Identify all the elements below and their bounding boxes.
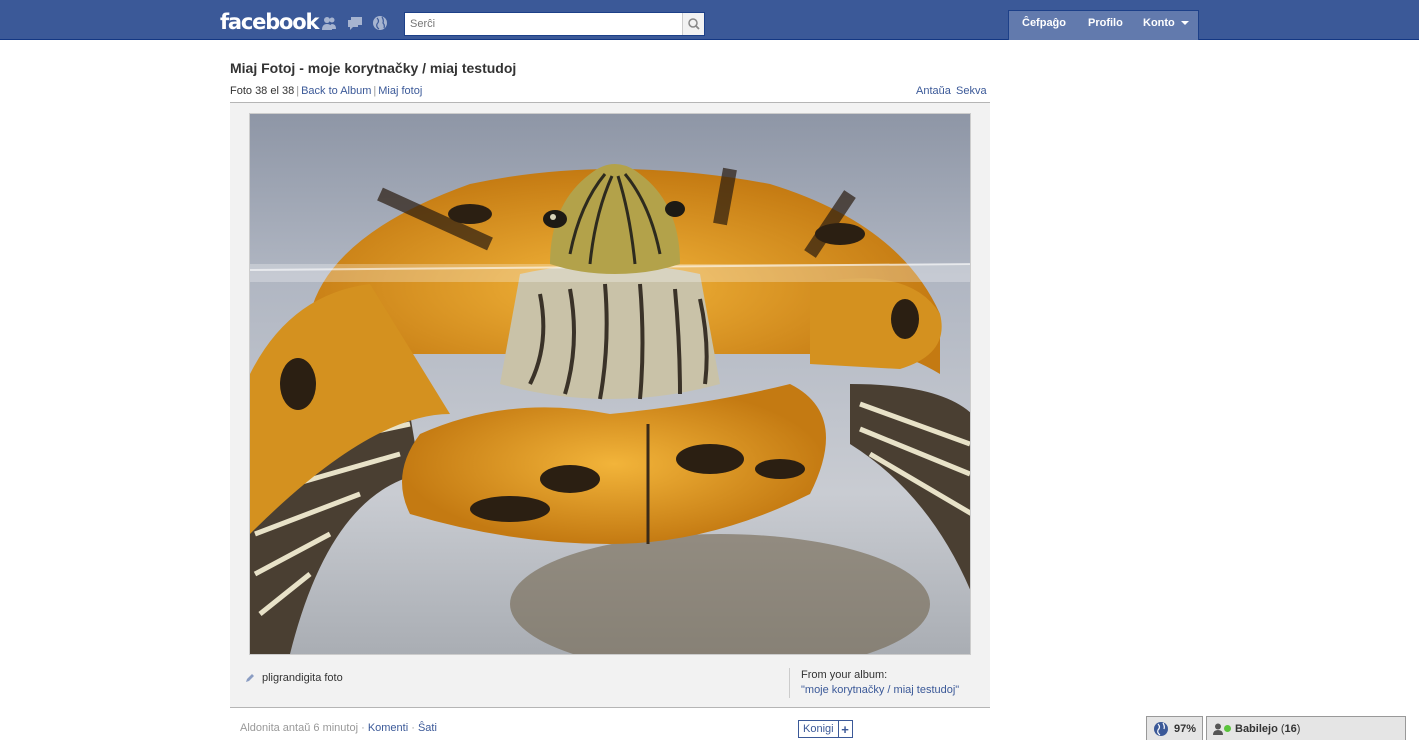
applications-pct: 97% [1173, 722, 1196, 735]
enlarge-photo[interactable]: pligrandigita foto [244, 672, 343, 684]
search-input[interactable] [405, 13, 681, 35]
notifications-globe-icon[interactable] [372, 15, 388, 31]
turtle-image [250, 114, 970, 654]
turtle-photo[interactable] [249, 113, 971, 655]
divider-bottom [230, 707, 990, 708]
top-bar [0, 0, 1419, 40]
added-time: Aldonita antaŭ 6 minutoj [240, 722, 359, 734]
chevron-down-icon [1180, 21, 1189, 26]
photo-position: Foto 38 el 38 [230, 85, 295, 97]
next-link[interactable]: Sekva [956, 85, 987, 97]
online-count: 16 [1284, 722, 1297, 735]
search-box[interactable] [404, 12, 705, 36]
back-to-album-link[interactable]: Back to Album [301, 85, 371, 97]
plus-icon: + [837, 721, 852, 737]
album-info: From your album: "moje korytnačky / miaj… [789, 668, 989, 698]
applications-tab[interactable]: 97% [1146, 716, 1203, 740]
nav-account[interactable]: Konto [1143, 17, 1189, 29]
comment-link[interactable]: Komenti [368, 722, 408, 734]
nav-account-label: Konto [1143, 17, 1175, 29]
like-link[interactable]: Ŝati [418, 722, 437, 734]
user-icon [1213, 723, 1223, 735]
chat-tab[interactable]: Babilejo (16) [1206, 716, 1406, 740]
album-label: From your album: [801, 669, 888, 681]
search-icon [688, 18, 700, 30]
search-button[interactable] [682, 13, 704, 35]
page-title: Miaj Fotoj - moje korytnačky / miaj test… [230, 60, 517, 76]
chat-bar: 97% Babilejo (16) [1143, 716, 1406, 740]
globe-icon [1153, 721, 1168, 736]
photo-subnav: Foto 38 el 38 | Back to Album | Miaj fotoj [230, 85, 423, 97]
enlarge-label: pligrandigita foto [262, 672, 343, 684]
share-label: Konigi [803, 723, 834, 735]
nav-home[interactable]: Ĉefpaĝo [1022, 17, 1066, 29]
previous-link[interactable]: Antaŭa [916, 85, 951, 97]
share-button[interactable]: Konigi + [798, 720, 853, 738]
facebook-logo[interactable]: facebook [220, 10, 319, 34]
online-dot-icon [1224, 725, 1231, 732]
chat-label: Babilejo [1235, 722, 1278, 735]
photo-meta: Aldonita antaŭ 6 minutoj · Komenti · Ŝat… [240, 722, 437, 734]
messages-icon[interactable] [347, 15, 363, 31]
nav-profile[interactable]: Profilo [1088, 17, 1123, 29]
friend-requests-icon[interactable] [321, 15, 337, 31]
my-photos-link[interactable]: Miaj fotoj [378, 85, 422, 97]
pencil-icon [246, 674, 254, 683]
album-name-link[interactable]: "moje korytnačky / miaj testudoj" [801, 683, 989, 698]
